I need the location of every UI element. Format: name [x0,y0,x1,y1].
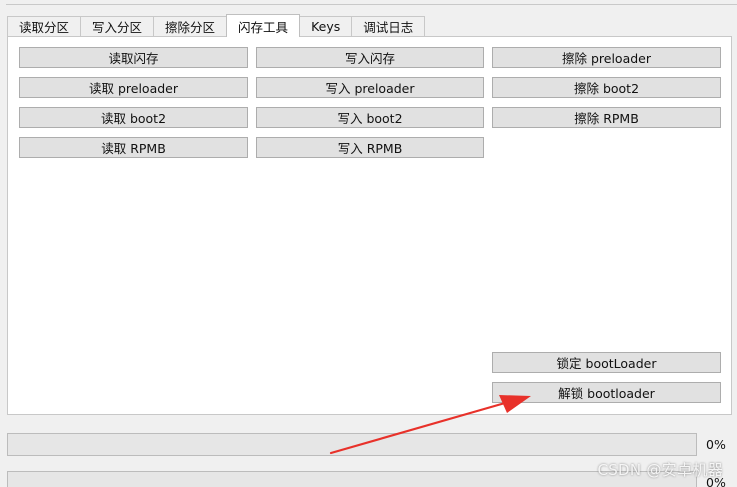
erase-preloader-button[interactable]: 擦除 preloader [492,47,721,68]
progress-bar-1 [7,433,697,456]
watermark-text: CSDN @安卓机器 [597,461,723,479]
write-rpmb-button[interactable]: 写入 RPMB [256,137,484,158]
write-preloader-button[interactable]: 写入 preloader [256,77,484,98]
read-preloader-button[interactable]: 读取 preloader [19,77,248,98]
top-divider [6,4,737,5]
write-flash-button[interactable]: 写入闪存 [256,47,484,68]
tab-bar: 读取分区 写入分区 擦除分区 闪存工具 Keys 调试日志 [7,14,426,37]
tab-read-partition[interactable]: 读取分区 [7,16,82,36]
unlock-bootloader-button[interactable]: 解锁 bootloader [492,382,721,403]
erase-boot2-button[interactable]: 擦除 boot2 [492,77,721,98]
tab-debug-log[interactable]: 调试日志 [351,16,426,36]
app-window: 读取分区 写入分区 擦除分区 闪存工具 Keys 调试日志 读取闪存 读取 pr… [0,0,737,487]
progress-percent-1: 0% [706,437,726,452]
erase-rpmb-button[interactable]: 擦除 RPMB [492,107,721,128]
tab-flash-tools[interactable]: 闪存工具 [226,14,301,37]
progress-bar-2 [7,471,697,487]
read-boot2-button[interactable]: 读取 boot2 [19,107,248,128]
write-boot2-button[interactable]: 写入 boot2 [256,107,484,128]
lock-bootloader-button[interactable]: 锁定 bootLoader [492,352,721,373]
read-flash-button[interactable]: 读取闪存 [19,47,248,68]
flash-tools-panel: 读取闪存 读取 preloader 读取 boot2 读取 RPMB 写入闪存 … [7,36,732,415]
tab-keys[interactable]: Keys [299,16,353,36]
read-rpmb-button[interactable]: 读取 RPMB [19,137,248,158]
tab-erase-partition[interactable]: 擦除分区 [153,16,228,36]
tab-write-partition[interactable]: 写入分区 [80,16,155,36]
